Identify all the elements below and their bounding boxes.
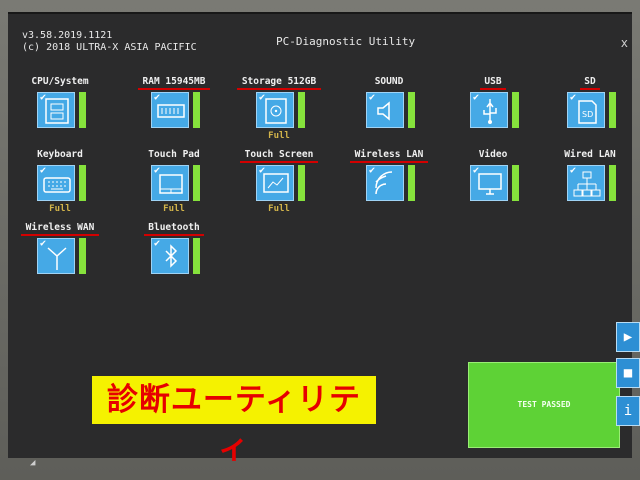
svg-text:SD: SD xyxy=(582,110,593,119)
storage-icon xyxy=(265,98,287,124)
result-bar xyxy=(512,165,519,201)
label-underline xyxy=(240,161,318,163)
app-title: PC-Diagnostic Utility xyxy=(276,35,416,48)
result-bar xyxy=(512,92,519,128)
ram-icon xyxy=(157,104,185,118)
antenna-icon xyxy=(47,247,67,270)
version-text: v3.58.2019.1121 xyxy=(22,30,113,41)
test-tile-touchscreen[interactable]: ✔ xyxy=(256,165,294,201)
tile-label: Keyboard xyxy=(37,149,83,160)
tile-label: CPU/System xyxy=(31,76,89,87)
result-bar xyxy=(609,92,616,128)
label-underline xyxy=(237,88,321,90)
result-bar xyxy=(193,92,200,128)
monitor-icon xyxy=(478,173,502,195)
tile-label: Wired LAN xyxy=(564,149,616,160)
tile-label: Video xyxy=(478,149,508,160)
tile-label: SD xyxy=(584,76,596,87)
tile-label: Touch Screen xyxy=(244,149,314,160)
diagnostic-screen: v3.58.2019.1121 (c) 2018 ULTRA-X ASIA PA… xyxy=(8,12,632,468)
tile-label: SOUND xyxy=(374,76,404,87)
touchpad-icon xyxy=(159,174,183,194)
touchscreen-icon xyxy=(263,173,289,193)
label-underline xyxy=(138,88,210,90)
test-mode-label: Full xyxy=(49,204,71,214)
test-passed-button[interactable]: TEST PASSED xyxy=(468,362,620,448)
test-tile-sd-card[interactable]: ✔ SD xyxy=(567,92,605,128)
label-underline xyxy=(480,88,506,90)
result-bar xyxy=(408,165,415,201)
usb-icon xyxy=(483,99,497,124)
tile-label: Storage 512GB xyxy=(241,76,317,87)
label-underline xyxy=(143,234,205,236)
test-tile-ram[interactable]: ✔ xyxy=(151,92,189,128)
result-bar xyxy=(298,165,305,201)
test-tile-monitor[interactable]: ✔ xyxy=(470,165,508,201)
cpu-icon xyxy=(45,98,69,124)
wifi-icon xyxy=(375,171,393,195)
close-icon[interactable]: x xyxy=(621,36,628,50)
tile-label: USB xyxy=(484,76,502,87)
label-underline xyxy=(21,234,99,236)
test-tile-wifi[interactable]: ✔ xyxy=(366,165,404,201)
label-underline xyxy=(350,161,428,163)
tile-label: Touch Pad xyxy=(148,149,200,160)
test-tile-speaker[interactable]: ✔ xyxy=(366,92,404,128)
result-bar xyxy=(408,92,415,128)
test-mode-label: Full xyxy=(268,204,290,214)
stop-icon[interactable]: ■ xyxy=(616,358,640,388)
result-bar xyxy=(298,92,305,128)
tile-label: Bluetooth xyxy=(148,222,200,233)
test-tile-cpu[interactable]: ✔ xyxy=(37,92,75,128)
result-bar xyxy=(193,165,200,201)
test-tile-network[interactable]: ✔ xyxy=(567,165,605,201)
sd-card-icon: SD xyxy=(578,100,597,124)
japanese-banner: 診断ユーティリティ xyxy=(92,376,376,466)
test-tile-usb[interactable]: ✔ xyxy=(470,92,508,128)
speaker-icon xyxy=(377,101,390,121)
copyright-text: (c) 2018 ULTRA-X ASIA PACIFIC xyxy=(22,42,197,53)
test-tile-bluetooth[interactable]: ✔ xyxy=(151,238,189,274)
tile-label: Wireless LAN xyxy=(354,149,424,160)
label-underline xyxy=(580,88,600,90)
keyboard-icon xyxy=(43,177,71,193)
test-mode-label: Full xyxy=(268,131,290,141)
test-mode-label: Full xyxy=(163,204,185,214)
tile-label: RAM 15945MB xyxy=(142,76,206,87)
result-bar xyxy=(79,165,86,201)
network-icon xyxy=(573,171,601,197)
test-tile-storage[interactable]: ✔ xyxy=(256,92,294,128)
tile-label: Wireless WAN xyxy=(25,222,95,233)
device-bezel: v3.58.2019.1121 (c) 2018 ULTRA-X ASIA PA… xyxy=(0,0,640,480)
test-tile-touchpad[interactable]: ✔ xyxy=(151,165,189,201)
test-tile-keyboard[interactable]: ✔ xyxy=(37,165,75,201)
bluetooth-icon xyxy=(165,244,178,268)
corner-marker-icon: ◢ xyxy=(30,458,36,468)
test-tile-antenna[interactable]: ✔ xyxy=(37,238,75,274)
result-bar xyxy=(79,238,86,274)
result-bar xyxy=(609,165,616,201)
next-icon[interactable]: ▶ xyxy=(616,322,640,352)
result-bar xyxy=(193,238,200,274)
info-icon[interactable]: i xyxy=(616,396,640,426)
result-bar xyxy=(79,92,86,128)
